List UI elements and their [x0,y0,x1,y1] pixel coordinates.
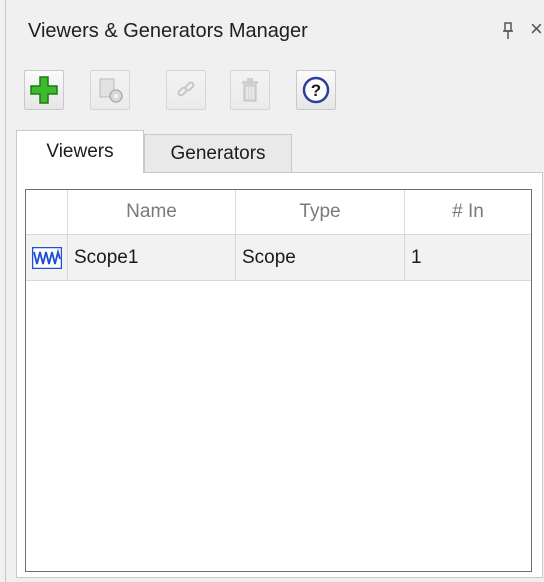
help-button[interactable]: ? [296,70,336,110]
tab-viewers[interactable]: Viewers [16,130,144,173]
column-header-icon [26,190,68,234]
edit-parameters-button[interactable] [90,70,130,110]
connect-signal-button[interactable] [166,70,206,110]
scope-signal-icon [31,246,62,269]
column-header-inputs[interactable]: # In [405,190,531,234]
viewers-generators-panel: Viewers & Generators Manager × ? Viewers… [5,0,544,582]
table-row[interactable]: Scope1 Scope 1 [26,235,531,281]
column-header-name[interactable]: Name [68,190,236,234]
column-header-type[interactable]: Type [236,190,405,234]
help-icon: ? [302,76,330,104]
add-viewer-button[interactable] [24,70,64,110]
title-bar: Viewers & Generators Manager × [6,0,544,62]
row-name-cell[interactable]: Scope1 [68,235,236,280]
delete-button[interactable] [230,70,270,110]
row-icon-cell [26,235,68,280]
tab-generators[interactable]: Generators [144,134,292,172]
panel-title: Viewers & Generators Manager [28,20,308,42]
tab-content: Name Type # In Scope1 Scope 1 [16,172,543,578]
help-glyph: ? [311,81,321,100]
add-icon [30,76,58,104]
pin-icon[interactable] [502,22,514,40]
viewers-table: Name Type # In Scope1 Scope 1 [25,189,532,572]
row-inputs-cell[interactable]: 1 [405,235,531,280]
close-icon[interactable]: × [530,18,543,40]
delete-icon [242,78,258,102]
table-header: Name Type # In [26,190,531,235]
toolbar: ? [6,70,544,120]
scope-parameters-icon [99,78,123,103]
tab-bar: Viewers Generators [6,130,544,173]
link-icon [177,81,195,97]
row-type-cell[interactable]: Scope [236,235,405,280]
